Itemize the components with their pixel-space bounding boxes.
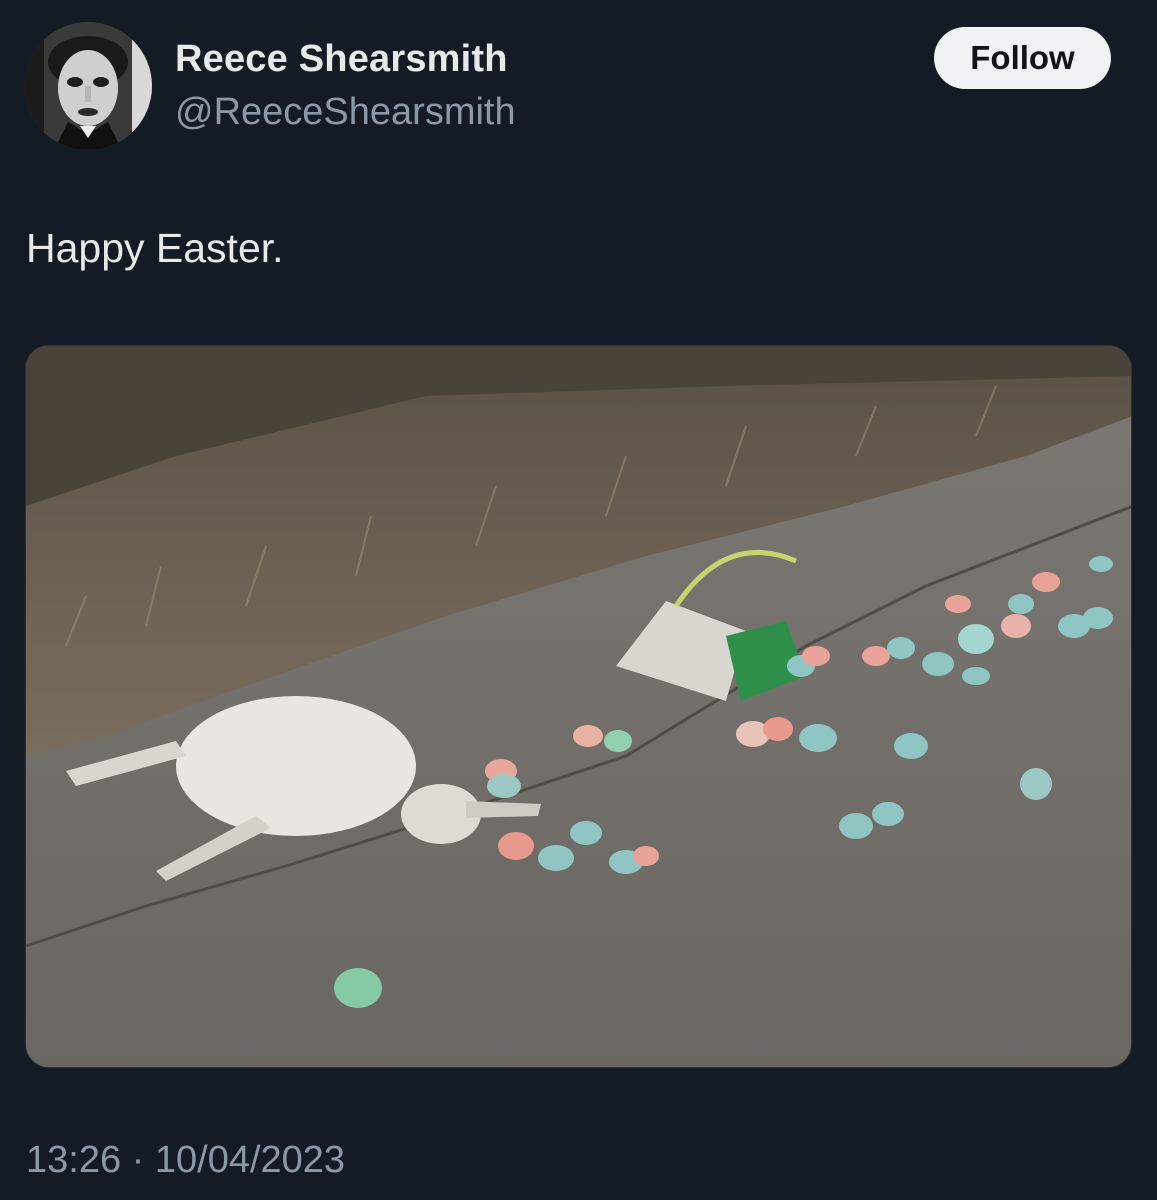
user-handle[interactable]: @ReeceShearsmith	[175, 91, 516, 134]
display-name[interactable]: Reece Shearsmith	[175, 38, 508, 81]
avatar[interactable]	[24, 22, 152, 150]
tweet-timestamp[interactable]: 13:26 · 10/04/2023	[26, 1139, 345, 1182]
easter-photo	[26, 346, 1131, 1067]
follow-button[interactable]: Follow	[934, 27, 1111, 89]
tweet-text: Happy Easter.	[26, 225, 284, 271]
tweet-photo[interactable]	[25, 345, 1132, 1068]
avatar-image	[24, 22, 152, 150]
